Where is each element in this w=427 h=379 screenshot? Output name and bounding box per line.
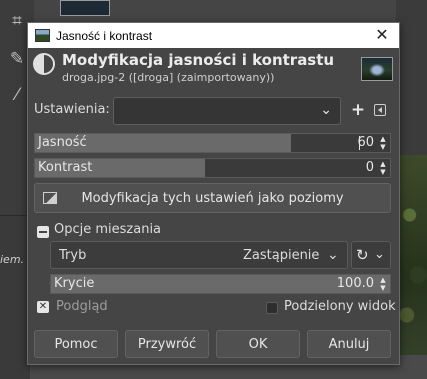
opacity-value[interactable]: 100.0 [337, 276, 374, 291]
help-button[interactable]: Pomoc [34, 330, 118, 358]
composite-mode-icon: ↻ [356, 246, 369, 264]
reset-button-label: Przywróć [137, 336, 197, 352]
cancel-button[interactable]: Anuluj [307, 330, 391, 358]
brightness-label: Jasność [38, 135, 87, 150]
contrast-slider[interactable]: Kontrast 0 ▲ ▼ [34, 158, 391, 178]
blend-mode-value: Zastąpienie [243, 248, 320, 263]
opacity-label: Krycie [54, 276, 95, 291]
spin-arrows-icon[interactable]: ▲ ▼ [378, 276, 388, 292]
contrast-value[interactable]: 0 [366, 160, 374, 175]
preset-menu-icon[interactable] [374, 104, 386, 116]
edit-as-levels-label: Modyfikacja tych ustawień jako poziomy [81, 190, 344, 206]
ok-button-label: OK [248, 336, 268, 352]
brightness-contrast-dialog: Jasność i kontrast ✕ Modyfikacja jasnośc… [27, 22, 400, 365]
ok-button[interactable]: OK [216, 330, 300, 358]
presets-combobox[interactable]: ⌄ [113, 97, 341, 125]
edit-as-levels-button[interactable]: Modyfikacja tych ustawień jako poziomy [34, 183, 391, 213]
window-title: Jasność i kontrast [56, 28, 153, 43]
dialog-header: Modyfikacja jasności i kontrastu droga.j… [28, 51, 399, 87]
collapse-icon[interactable] [37, 226, 49, 238]
text-cursor [359, 136, 360, 150]
split-view-label[interactable]: Podzielony widok [284, 299, 396, 314]
canvas-image [398, 155, 427, 355]
split-view-checkbox[interactable] [266, 302, 278, 314]
spin-arrows-icon[interactable]: ▲ ▼ [378, 160, 388, 176]
reset-button[interactable]: Przywróć [125, 330, 209, 358]
presets-label: Ustawienia: [34, 102, 110, 117]
chevron-down-icon: ⌄ [327, 247, 339, 263]
cancel-button-label: Anuluj [328, 336, 370, 352]
preview-label[interactable]: Podgląd [56, 299, 108, 314]
image-tab-thumbnail[interactable] [60, 0, 110, 16]
dock-panel-text: iem. [0, 253, 25, 266]
image-icon [35, 29, 50, 42]
eraser-tool-icon[interactable]: ✎ [6, 48, 28, 70]
levels-icon [43, 192, 57, 204]
help-button-label: Pomoc [54, 336, 98, 352]
dialog-heading: Modyfikacja jasności i kontrastu [62, 51, 335, 69]
close-icon[interactable]: ✕ [373, 25, 391, 45]
crop-tool-icon[interactable]: ⌗ [6, 10, 28, 32]
dialog-titlebar[interactable]: Jasność i kontrast ✕ [28, 23, 399, 48]
contrast-label: Kontrast [38, 160, 93, 175]
brightness-slider[interactable]: Jasność 60 ▲ ▼ [34, 133, 391, 153]
dock-panel [0, 215, 30, 379]
blend-mode-label: Tryb [59, 248, 87, 263]
opacity-slider[interactable]: Krycie 100.0 ▲ ▼ [50, 274, 391, 294]
chevron-down-icon: ⌄ [320, 102, 332, 118]
blending-options-label[interactable]: Opcje mieszania [54, 222, 161, 237]
brightness-contrast-icon [33, 53, 55, 75]
add-preset-icon[interactable]: + [349, 101, 367, 119]
chevron-down-icon: ⌄ [374, 247, 385, 262]
dialog-subheading: droga.jpg-2 ([droga] (zaimportowany)) [62, 71, 275, 84]
color-picker-tool-icon[interactable]: ⁄ [6, 84, 28, 106]
image-preview-thumbnail [361, 57, 393, 81]
composite-mode-button[interactable]: ↻ ⌄ [351, 241, 391, 269]
spin-arrows-icon[interactable]: ▲ ▼ [378, 135, 388, 151]
preview-checkbox[interactable]: ✕ [37, 301, 49, 313]
